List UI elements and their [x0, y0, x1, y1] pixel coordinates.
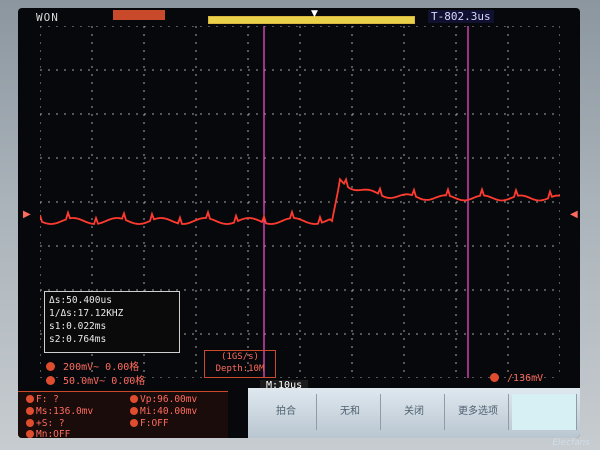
measure-plus-s-label: +S: ?	[36, 418, 65, 429]
cursor-s1-readout: s1:0.022ms	[49, 321, 107, 332]
scope-screen: WON ▼ T-802.3us ▶ ◀ Δs:50.400us 1/Δs:17.…	[18, 8, 580, 438]
softkey-1[interactable]: 拍合	[256, 394, 317, 430]
measure-mi: Mi:40.00mv	[130, 406, 197, 417]
measure-m-off-label: Mn:OFF	[36, 429, 71, 438]
softkey-5[interactable]	[512, 394, 577, 430]
brand-logo: WON	[36, 11, 59, 24]
measure-f-off-circle-icon	[130, 419, 138, 427]
measure-ms: Ms:136.0mv	[26, 406, 93, 417]
watermark-text: Elecfans	[552, 438, 590, 448]
channel2-label: 50.0mV~ 0.00格	[63, 376, 146, 387]
measure-mi-label: Mi:40.00mv	[140, 406, 198, 417]
channel1-setting[interactable]: 200mV~ 0.00格	[46, 358, 139, 373]
measure-freq-circle-icon	[26, 395, 34, 403]
channel1-circle-icon	[46, 362, 55, 371]
channel2-setting[interactable]: 50.0mV~ 0.00格	[46, 372, 145, 387]
measure-vp-label: Vp:96.00mv	[140, 394, 198, 405]
trigger-position-marker-icon: ▼	[311, 9, 318, 19]
cursor-measurement-box: Δs:50.400us 1/Δs:17.12KHZ s1:0.022ms s2:…	[44, 291, 180, 353]
sample-info: (1GS/s) Depth:10M	[204, 350, 276, 378]
ground-marker-arrow-icon: ▶	[23, 209, 31, 220]
delta-time-readout: Δs:50.400us	[49, 295, 112, 306]
measure-ms-label: Ms:136.0mv	[36, 406, 94, 417]
softkey-2[interactable]: 无和	[320, 394, 381, 430]
measure-mi-circle-icon	[130, 407, 138, 415]
trigger-circle-icon	[490, 373, 499, 382]
measure-m-off-circle-icon	[26, 430, 34, 438]
measure-plus-s: +S: ?	[26, 418, 65, 429]
auto-measure-panel: F: ? Vp:96.00mv Ms:136.0mv Mi:40.00mv +S…	[18, 391, 228, 438]
softkey-menu: 拍合 无和 关闭 更多选项	[248, 388, 580, 438]
inverse-delta-readout: 1/Δs:17.12KHZ	[49, 308, 124, 319]
measure-freq: F: ?	[26, 394, 59, 405]
softkey-4[interactable]: 更多选项	[448, 394, 509, 430]
trigger-state-badge	[113, 10, 165, 20]
cursor-s2-readout: s2:0.764ms	[49, 334, 107, 345]
measure-vp-circle-icon	[130, 395, 138, 403]
trigger-level-label: /136mV	[507, 373, 544, 384]
trigger-time-readout: T-802.3us	[428, 10, 494, 23]
measure-ms-circle-icon	[26, 407, 34, 415]
measure-freq-label: F: ?	[36, 394, 59, 405]
sample-rate: (1GS/s)	[221, 352, 259, 362]
softkey-3[interactable]: 关闭	[384, 394, 445, 430]
measure-m-off: Mn:OFF	[26, 429, 70, 438]
measure-vp: Vp:96.00mv	[130, 394, 197, 405]
measure-f-off-label: F:OFF	[140, 418, 169, 429]
measure-plus-s-circle-icon	[26, 419, 34, 427]
memory-depth: Depth:10M	[215, 364, 265, 374]
measure-f-off: F:OFF	[130, 418, 169, 429]
trigger-level-arrow-icon: ◀	[570, 209, 578, 220]
channel2-circle-icon	[46, 376, 55, 385]
trigger-level-readout[interactable]: /136mV	[490, 373, 543, 384]
